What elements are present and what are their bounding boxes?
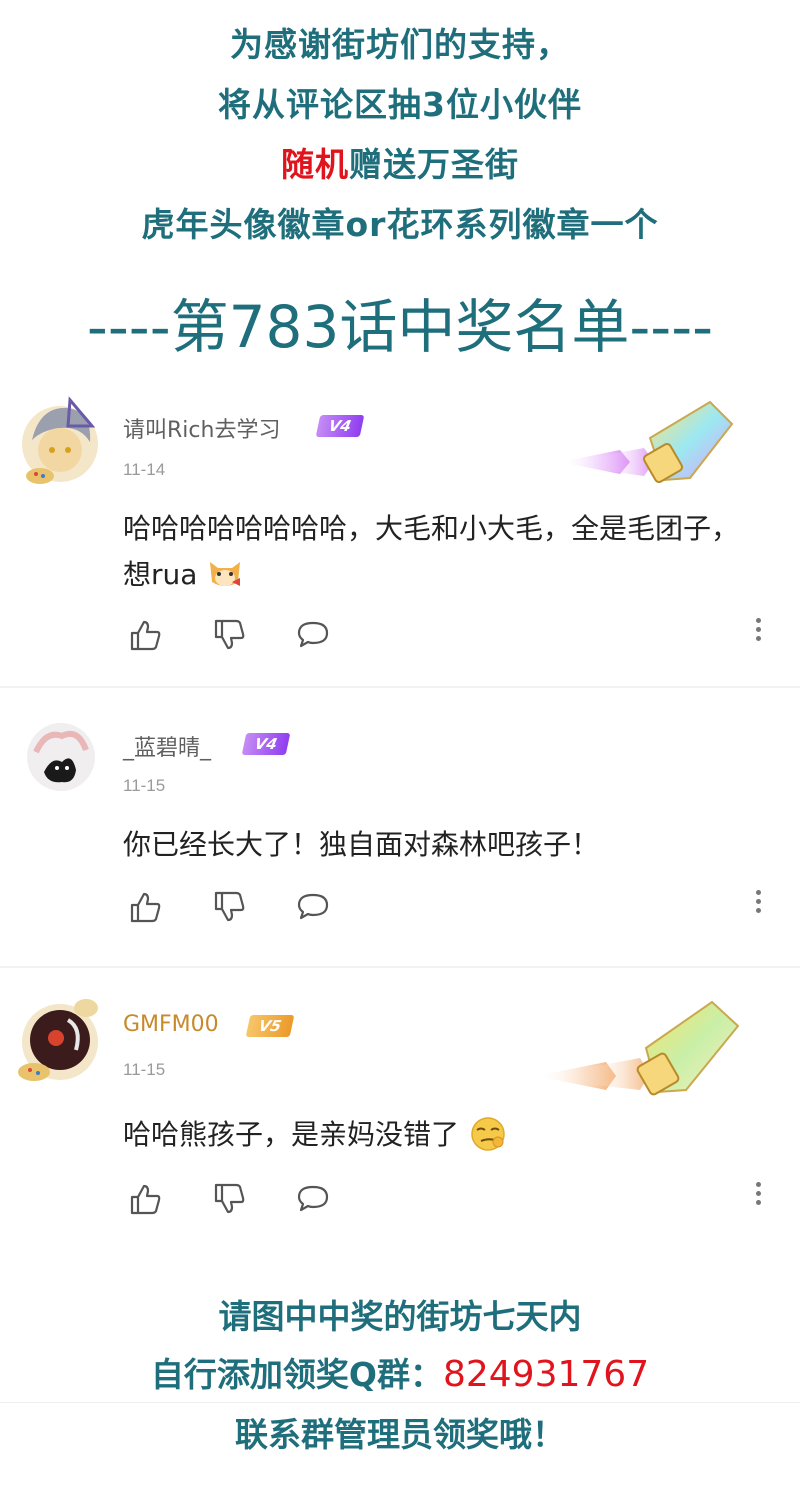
announcement-line-3: 随机赠送万圣街: [0, 138, 800, 186]
footer-divider: [0, 1402, 800, 1403]
group-label: 自行添加领奖Q群：: [150, 1355, 443, 1394]
brush-decoration-icon: [560, 400, 734, 484]
comment-item: _蓝碧晴_ V4 11-15 你已经长大了！独自面对森林吧孩子！: [0, 708, 800, 946]
comment-date: 11-15: [123, 776, 166, 795]
avatar[interactable]: [10, 392, 110, 492]
announcement-header: 为感谢街坊们的支持， 将从评论区抽3位小伙伴 随机赠送万圣街 虎年头像徽章or花…: [0, 0, 800, 370]
comment-actions: [128, 890, 788, 924]
shiba-emoji-icon: [210, 562, 241, 586]
claim-instructions: 请图中中奖的街坊七天内 自行添加领奖Q群：824931767 联系群管理员领奖哦…: [0, 1252, 800, 1496]
level-badge: V4: [241, 733, 291, 755]
announcement-line-1: 为感谢街坊们的支持，: [230, 25, 570, 64]
level-badge: V5: [245, 1015, 295, 1037]
thumbs-up-icon[interactable]: [128, 890, 162, 924]
comment-item: GMFM00 V5 11-15 哈哈熊孩子，是亲妈没错了: [0, 984, 800, 1244]
random-highlight: 随机: [281, 145, 349, 184]
thumbs-up-icon[interactable]: [128, 1182, 162, 1216]
footer-line-1: 请图中中奖的街坊七天内: [218, 1297, 582, 1336]
footer-line-3: 联系群管理员领奖哦！: [235, 1415, 565, 1454]
more-vertical-icon[interactable]: [754, 890, 762, 920]
comment-text: 哈哈熊孩子，是亲妈没错了: [123, 1112, 763, 1158]
comment-divider: [0, 966, 800, 968]
avatar[interactable]: [26, 722, 96, 792]
smug-emoji-icon: [471, 1117, 505, 1151]
comment-text: 哈哈哈哈哈哈哈哈，大毛和小大毛，全是毛团子，想rua: [123, 512, 740, 591]
comment-icon[interactable]: [296, 618, 330, 652]
announcement-line-2: 将从评论区抽3位小伙伴: [218, 85, 582, 124]
comment-date: 11-14: [123, 460, 166, 479]
comment-icon[interactable]: [296, 1182, 330, 1216]
comment-actions: [128, 1182, 788, 1216]
level-badge: V4: [315, 415, 365, 437]
comment-icon[interactable]: [296, 890, 330, 924]
comment-divider: [0, 686, 800, 688]
comment-actions: [128, 618, 788, 652]
announcement-line-3-rest: 赠送万圣街: [349, 145, 519, 184]
thumbs-down-icon[interactable]: [212, 890, 246, 924]
qq-group-number: 824931767: [442, 1354, 650, 1395]
comment-username[interactable]: 请叫Rich去学习: [123, 412, 280, 444]
comment-username[interactable]: GMFM00: [123, 1012, 219, 1037]
more-vertical-icon[interactable]: [754, 1182, 762, 1212]
comment-item: 请叫Rich去学习 V4 11-14 哈哈哈哈哈哈哈哈，大毛和小大毛，全是毛团子…: [0, 378, 800, 674]
comment-text: 你已经长大了！独自面对森林吧孩子！: [123, 828, 600, 861]
more-vertical-icon[interactable]: [754, 618, 762, 648]
winners-title: ----第783话中奖名单----: [86, 293, 714, 361]
brush-decoration-icon: [536, 1000, 740, 1096]
announcement-line-4: 虎年头像徽章or花环系列徽章一个: [141, 205, 659, 244]
avatar[interactable]: [10, 990, 110, 1090]
comment-username[interactable]: _蓝碧晴_: [123, 730, 211, 762]
thumbs-down-icon[interactable]: [212, 1182, 246, 1216]
comment-date: 11-15: [123, 1060, 166, 1079]
footer-line-2: 自行添加领奖Q群：824931767: [0, 1348, 800, 1396]
thumbs-down-icon[interactable]: [212, 618, 246, 652]
thumbs-up-icon[interactable]: [128, 618, 162, 652]
